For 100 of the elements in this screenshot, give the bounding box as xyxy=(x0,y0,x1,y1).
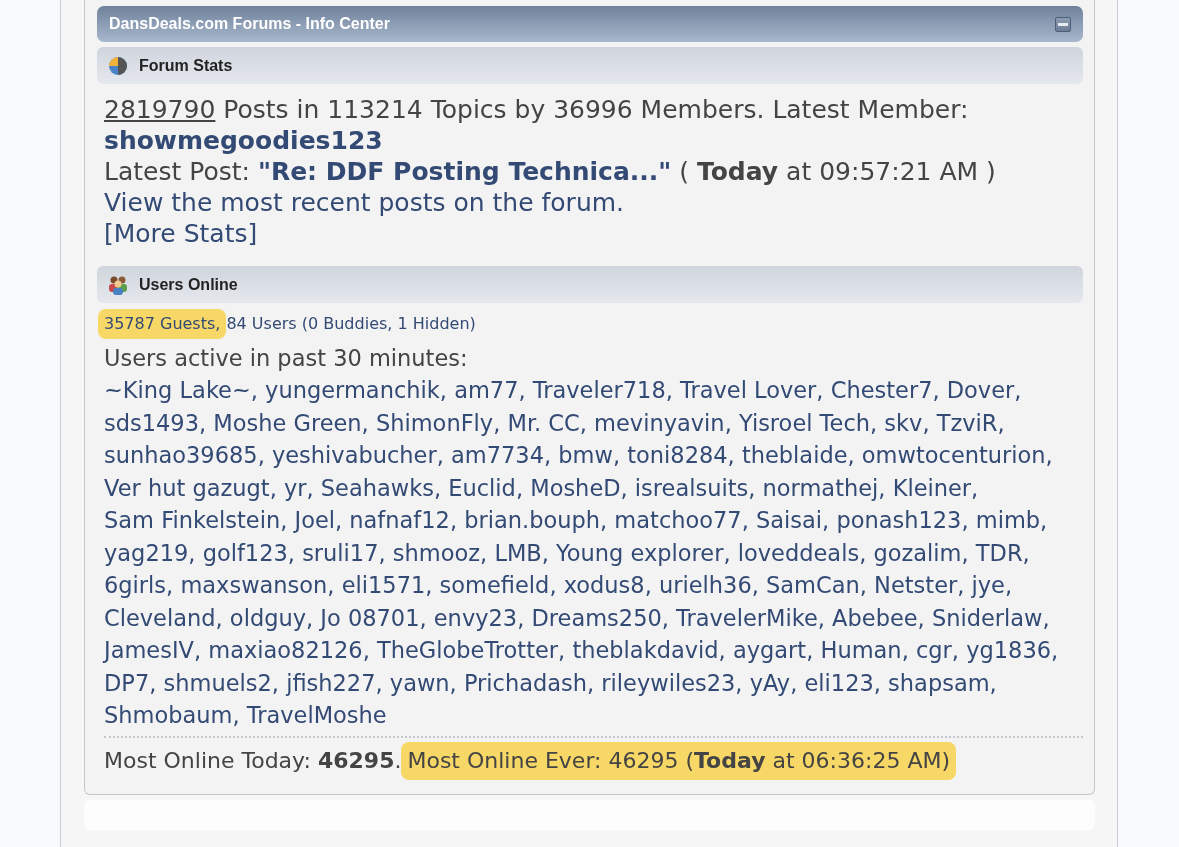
username-link[interactable]: mevinyavin, xyxy=(594,409,732,436)
username-link[interactable]: TzviR, xyxy=(936,409,1005,436)
latest-post-line: Latest Post: "Re: DDF Posting Technica..." ( Today at 09:57:21 AM ) xyxy=(104,156,997,187)
username-link[interactable]: nafnaf12, xyxy=(349,507,458,533)
member-link[interactable]: showmegoodies123 xyxy=(104,126,383,155)
username-link[interactable]: SamCan, xyxy=(766,572,867,598)
username-link[interactable]: LMB, xyxy=(494,539,549,566)
username-link[interactable]: Moshe Green, xyxy=(213,409,369,436)
section-title: Users Online xyxy=(139,275,238,294)
username-link[interactable]: am7734, xyxy=(451,442,552,468)
username-link[interactable]: ~King Lake~, xyxy=(104,377,258,403)
username-link[interactable]: MosheD, xyxy=(530,474,628,501)
most-online-text: Most Online Ever: 46295 (Today at 06:36:25 AM) xyxy=(401,741,956,780)
username-link[interactable]: Jo 08701, xyxy=(320,604,427,631)
username-link[interactable]: somefield, xyxy=(439,572,557,598)
username-link[interactable]: gozalim, xyxy=(873,539,969,566)
username-link[interactable]: Prichadash, xyxy=(463,669,595,696)
username-link[interactable]: urielh36, xyxy=(658,572,759,598)
username-link[interactable]: JamesIV, xyxy=(104,637,202,663)
username-link[interactable]: theblaide, xyxy=(741,442,855,468)
username-link[interactable]: shmooz, xyxy=(392,539,488,566)
username-link[interactable]: Sam Finkelstein, xyxy=(104,507,288,533)
username-link[interactable]: Travel Lover, xyxy=(680,377,824,403)
username-link[interactable]: Cleveland, xyxy=(104,604,223,631)
username-link[interactable]: maxswanson, xyxy=(180,572,335,598)
username-link[interactable]: Ver hut gazugt, xyxy=(104,474,277,501)
username-link[interactable]: loveddeals, xyxy=(737,539,867,566)
active-users-label: Users active in past 30 minutes: xyxy=(104,344,469,373)
username-link[interactable]: TheGlobeTrotter, xyxy=(376,637,566,663)
users-count: 84 Users (0 Buddies, 1 Hidden) xyxy=(226,313,476,335)
users-icon xyxy=(107,274,129,295)
username-link[interactable]: rileywiles23, xyxy=(601,669,743,696)
username-link[interactable]: xodus8, xyxy=(563,572,652,598)
username-link[interactable]: sunhao39685, xyxy=(104,442,265,468)
username-link[interactable]: yeshivabucher, xyxy=(271,442,444,468)
username-link[interactable]: cgr, xyxy=(915,637,959,663)
username-link[interactable]: Traveler718, xyxy=(532,377,673,403)
username-link[interactable]: Dover, xyxy=(946,377,1022,403)
username-link[interactable]: golf123, xyxy=(202,539,295,566)
username-link[interactable]: Abebee, xyxy=(832,604,925,631)
username-link[interactable]: Saisai, xyxy=(756,507,830,533)
username-link[interactable]: omwtocenturion, xyxy=(861,442,1053,468)
info-center-title: DansDeals.com Forums - Info Center xyxy=(109,15,390,33)
username-link[interactable]: jfish227, xyxy=(286,669,383,696)
username-link[interactable]: am77, xyxy=(454,377,526,403)
username-link[interactable]: DP7, xyxy=(104,669,157,696)
username-link[interactable]: ponash123, xyxy=(836,507,969,533)
section-title: Forum Stats xyxy=(139,56,233,75)
username-link[interactable]: yungermanchik, xyxy=(265,377,447,403)
username-link[interactable]: TravelerMike, xyxy=(676,604,825,631)
username-link[interactable]: matchoo77, xyxy=(614,507,749,533)
username-link[interactable]: ShimonFly, xyxy=(375,409,501,436)
username-link[interactable]: eli123, xyxy=(804,669,881,696)
username-link[interactable]: jye, xyxy=(971,572,1013,598)
posts-count-link[interactable]: 2819790 xyxy=(104,95,216,124)
username-link[interactable]: bmw, xyxy=(558,442,621,468)
username-link[interactable]: oldguy, xyxy=(229,604,314,631)
pie-chart-icon xyxy=(107,55,129,76)
username-link[interactable]: theblakdavid, xyxy=(572,637,726,663)
username-link[interactable]: yg1836, xyxy=(966,637,1059,663)
username-link[interactable]: maxiao82126, xyxy=(208,637,370,663)
collapse-button[interactable] xyxy=(1055,16,1071,32)
username-link[interactable]: TravelMoshe xyxy=(246,702,387,728)
username-link[interactable]: envy23, xyxy=(433,604,525,631)
username-link[interactable]: 6girls, xyxy=(104,572,174,598)
username-link[interactable]: sds1493, xyxy=(104,409,207,436)
username-link[interactable]: Mr. CC, xyxy=(507,409,587,436)
users-count: 35787 Guests, xyxy=(98,309,227,339)
username-link[interactable]: aygart, xyxy=(732,637,814,663)
username-link[interactable]: isrealsuits, xyxy=(634,474,756,501)
username-link[interactable]: Sniderlaw, xyxy=(931,604,1050,631)
username-link[interactable]: Human, xyxy=(820,637,909,663)
username-link[interactable]: Chester7, xyxy=(830,377,940,403)
more-stats-link[interactable]: [More Stats] xyxy=(104,218,258,249)
username-link[interactable]: eli1571, xyxy=(341,572,433,598)
username-link[interactable]: toni8284, xyxy=(627,442,735,468)
username-link[interactable]: Dreams250, xyxy=(531,604,669,631)
stats-summary: 2819790 Posts in 113214 Topics by 36996 Members. Latest Member: showmegoodies123 xyxy=(104,94,970,156)
username-link[interactable]: mimb, xyxy=(975,507,1048,533)
username-link[interactable]: Yisroel Tech, xyxy=(738,409,878,436)
username-link[interactable]: Netster, xyxy=(874,572,965,598)
recent-posts-link[interactable]: View the most recent posts on the forum. xyxy=(104,187,625,218)
username-link[interactable]: sruli17, xyxy=(302,539,386,566)
post-link[interactable]: "Re: DDF Posting Technica..." xyxy=(257,157,672,186)
username-link[interactable]: yAy, xyxy=(749,669,798,696)
username-link[interactable]: shapsam, xyxy=(888,669,997,696)
username-link[interactable]: Euclid, xyxy=(448,474,524,501)
username-link[interactable]: Seahawks, xyxy=(320,474,442,501)
username-link[interactable]: TDR, xyxy=(975,539,1030,566)
username-link[interactable]: Joel, xyxy=(294,507,343,533)
username-link[interactable]: normathej, xyxy=(762,474,886,501)
username-link[interactable]: Young explorer, xyxy=(556,539,731,566)
username-link[interactable]: yag219, xyxy=(104,539,196,566)
username-link[interactable]: Shmobaum, xyxy=(104,702,240,728)
username-link[interactable]: skv, xyxy=(884,409,930,436)
username-link[interactable]: brian.bouph, xyxy=(464,507,608,533)
username-link[interactable]: yawn, xyxy=(389,669,457,696)
username-link[interactable]: yr, xyxy=(283,474,314,501)
username-link[interactable]: Kleiner, xyxy=(892,474,979,501)
username-link[interactable]: shmuels2, xyxy=(163,669,279,696)
